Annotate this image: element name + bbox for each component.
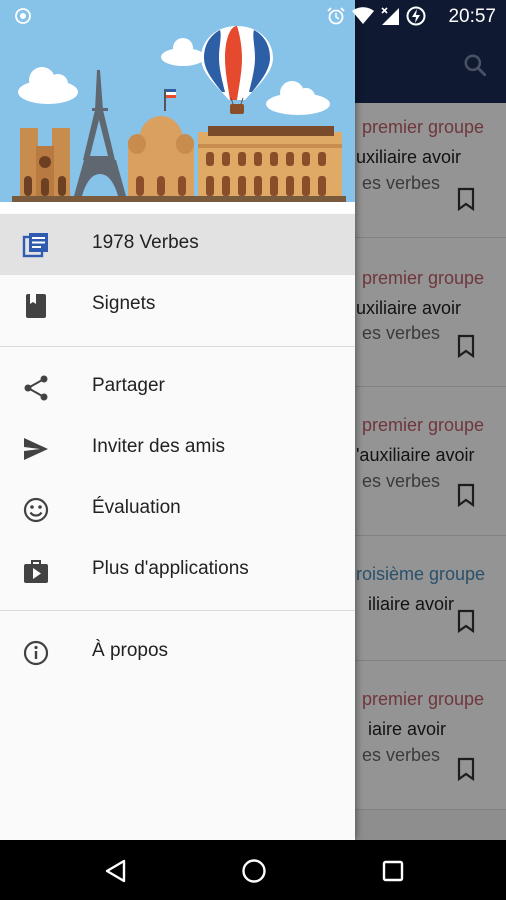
- menu-item-more-apps[interactable]: Plus d'applications: [0, 540, 355, 601]
- menu-divider: [0, 610, 355, 611]
- send-icon: [24, 438, 48, 460]
- back-icon[interactable]: [102, 857, 130, 885]
- status-bar: 20:57: [0, 0, 506, 32]
- target-icon: [15, 8, 31, 24]
- share-icon: [24, 375, 48, 401]
- info-icon: [23, 640, 49, 666]
- menu-item-share[interactable]: Partager: [0, 357, 355, 418]
- system-navigation-bar: [0, 840, 506, 900]
- battery-charging-icon: [406, 6, 426, 26]
- menu-item-label: Inviter des amis: [92, 436, 226, 457]
- menu-item-label: Plus d'applications: [92, 558, 249, 579]
- menu-item-invite[interactable]: Inviter des amis: [0, 418, 355, 479]
- alarm-icon: [327, 7, 345, 25]
- list-icon: [22, 233, 48, 258]
- status-time: 20:57: [448, 6, 496, 27]
- home-icon[interactable]: [240, 857, 268, 885]
- menu-item-label: Signets: [92, 293, 156, 314]
- menu-item-label: À propos: [92, 640, 169, 661]
- menu-item-rating[interactable]: Évaluation: [0, 479, 355, 540]
- menu-item-verbs[interactable]: 1978 Verbes: [0, 214, 355, 275]
- signal-icon: [381, 7, 399, 25]
- recents-icon[interactable]: [379, 857, 407, 885]
- smiley-icon: [23, 497, 49, 523]
- menu-item-about[interactable]: À propos: [0, 622, 355, 683]
- menu-item-label: Évaluation: [92, 497, 181, 518]
- wifi-icon: [352, 7, 374, 24]
- navigation-drawer: 1978 Verbes Signets Partager Inviter des…: [0, 0, 355, 840]
- menu-item-bookmarks[interactable]: Signets: [0, 275, 355, 336]
- menu-item-label: 1978 Verbes: [92, 232, 199, 253]
- louvre-palace-icon: [198, 126, 342, 196]
- bookmark-book-icon: [26, 294, 46, 318]
- menu-item-label: Partager: [92, 375, 165, 396]
- menu-divider: [0, 346, 355, 347]
- store-icon: [24, 560, 48, 583]
